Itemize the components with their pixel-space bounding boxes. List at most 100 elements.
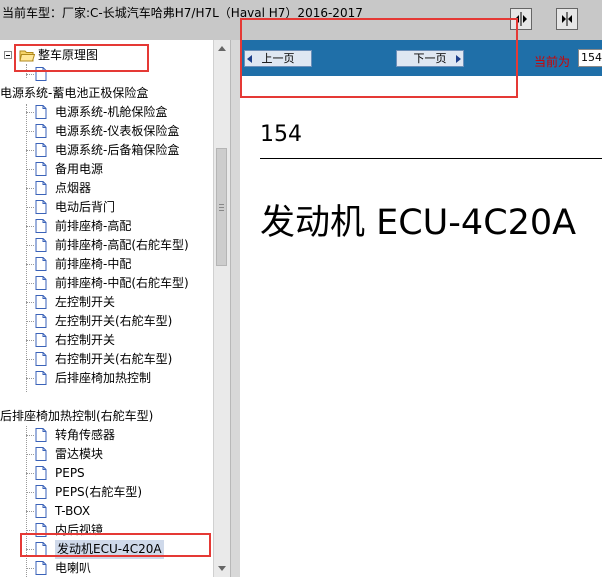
triangle-left-icon (247, 55, 252, 63)
document-icon (35, 523, 47, 537)
tree-item-label: 电动后背门 (55, 200, 116, 214)
scroll-down-icon[interactable] (218, 566, 226, 571)
diagram-page: 154 发动机 ECU-4C20A (240, 100, 602, 577)
document-icon (35, 561, 47, 575)
tree-item-blank[interactable] (0, 65, 213, 84)
tree-item-label: 电源系统-后备箱保险盒 (55, 143, 180, 157)
tree-item[interactable]: 电喇叭 (0, 559, 213, 577)
scroll-up-icon[interactable] (218, 46, 226, 51)
tree-item[interactable]: 前排座椅-高配 (0, 217, 213, 236)
tree-item[interactable]: 电源系统-机舱保险盒 (0, 103, 213, 122)
page-number-input[interactable]: 154 (578, 49, 602, 67)
tree-item[interactable]: PEPS (0, 464, 213, 483)
document-icon (35, 466, 47, 480)
document-icon (35, 143, 47, 157)
tree-item-label: 右控制开关 (55, 333, 116, 347)
document-icon (35, 485, 47, 499)
document-icon (35, 504, 47, 518)
tree-item-label: 发动机ECU-4C20A (55, 540, 164, 559)
tree-item-label: 右控制开关(右舵车型) (55, 352, 173, 366)
triangle-right-icon (456, 55, 461, 63)
vehicle-title: 当前车型：厂家:C-长城汽车哈弗H7/H7L（Haval H7）2016-201… (2, 6, 363, 20)
tree-item-label: 转角传感器 (55, 428, 116, 442)
tree-item-label: 前排座椅-高配(右舵车型) (55, 238, 189, 252)
tree-item-label: 前排座椅-中配 (55, 257, 132, 271)
document-icon (35, 238, 47, 252)
tree-item[interactable]: 电源系统-仪表板保险盒 (0, 122, 213, 141)
tree-item-label: 左控制开关(右舵车型) (55, 314, 173, 328)
document-icon (35, 276, 47, 290)
nav-strip (240, 76, 602, 100)
document-icon (35, 428, 47, 442)
tree-root-item[interactable]: 整车原理图 (0, 46, 213, 65)
prev-page-button[interactable]: 上一页 (244, 50, 312, 67)
document-icon (35, 67, 47, 81)
tree-item-label: 前排座椅-中配(右舵车型) (55, 276, 189, 290)
title-bar: 当前车型：厂家:C-长城汽车哈弗H7/H7L（Haval H7）2016-201… (0, 0, 602, 40)
tree-item-label: PEPS(右舵车型) (55, 485, 143, 499)
tree-item[interactable]: 点烟器 (0, 179, 213, 198)
document-icon (35, 295, 47, 309)
document-icon (35, 333, 47, 347)
scroll-thumb[interactable] (216, 148, 227, 266)
tree-item[interactable]: 右控制开关 (0, 331, 213, 350)
tree-item-label: T-BOX (55, 504, 91, 518)
document-icon (35, 162, 47, 176)
document-icon (35, 124, 47, 138)
document-icon (35, 200, 47, 214)
tree-item-label: 左控制开关 (55, 295, 116, 309)
tree-item[interactable]: 前排座椅-高配(右舵车型) (0, 236, 213, 255)
document-icon (35, 352, 47, 366)
document-icon (35, 219, 47, 233)
tree-item[interactable]: 前排座椅-中配 (0, 255, 213, 274)
current-page-label: 当前为 (534, 55, 571, 69)
tree-item-label: 内后视镜 (55, 523, 104, 537)
document-icon (35, 371, 47, 385)
next-page-button[interactable]: 下一页 (396, 50, 464, 67)
diagram-tree: 整车原理图 电源系统-蓄电池正极保险盒 电源系统-机舱保险盒 电源系统-仪表板保险… (0, 40, 213, 577)
tree-item[interactable]: 内后视镜 (0, 521, 213, 540)
collapse-panel-button[interactable] (510, 8, 532, 30)
page-nav-bar: 上一页 下一页 当前为 154 (240, 40, 602, 76)
document-icon (35, 542, 47, 556)
document-icon (35, 257, 47, 271)
tree-item-label: 电源系统-机舱保险盒 (55, 105, 168, 119)
tree-item[interactable]: 电动后背门 (0, 198, 213, 217)
document-icon (35, 105, 47, 119)
tree-item[interactable]: 发动机ECU-4C20A (0, 540, 213, 559)
page-rule (260, 158, 602, 159)
expand-panel-button[interactable] (556, 8, 578, 30)
tree-item-label: 备用电源 (55, 162, 104, 176)
page-title: 发动机 ECU-4C20A (260, 203, 577, 243)
page-number: 154 (260, 122, 302, 147)
tree-group-label[interactable]: 电源系统-蓄电池正极保险盒 (0, 84, 213, 103)
tree-group-label[interactable]: 后排座椅加热控制(右舵车型) (0, 407, 213, 426)
tree-item[interactable]: 右控制开关(右舵车型) (0, 350, 213, 369)
tree-item[interactable]: 转角传感器 (0, 426, 213, 445)
folder-open-icon (19, 50, 35, 62)
tree-root-label: 整车原理图 (38, 48, 99, 62)
tree-item-label: 电源系统-仪表板保险盒 (55, 124, 180, 138)
collapse-toggle-icon[interactable] (4, 51, 12, 59)
tree-item-label: 电喇叭 (55, 561, 92, 575)
expand-arrows-icon (562, 12, 572, 26)
pane-splitter[interactable] (230, 40, 240, 577)
tree-item-label: PEPS (55, 466, 85, 480)
tree-item[interactable]: 电源系统-后备箱保险盒 (0, 141, 213, 160)
tree-item[interactable]: 雷达模块 (0, 445, 213, 464)
tree-item[interactable]: 左控制开关(右舵车型) (0, 312, 213, 331)
tree-item-label: 后排座椅加热控制 (55, 371, 152, 385)
tree-item-label: 点烟器 (55, 181, 92, 195)
tree-item-label: 雷达模块 (55, 447, 104, 461)
tree-item[interactable]: T-BOX (0, 502, 213, 521)
tree-item[interactable]: 前排座椅-中配(右舵车型) (0, 274, 213, 293)
tree-item[interactable]: 后排座椅加热控制 (0, 369, 213, 388)
document-icon (35, 181, 47, 195)
tree-item-label: 前排座椅-高配 (55, 219, 132, 233)
document-icon (35, 314, 47, 328)
tree-item[interactable]: 左控制开关 (0, 293, 213, 312)
tree-scrollbar[interactable] (213, 40, 230, 577)
tree-item[interactable]: 备用电源 (0, 160, 213, 179)
tree-item[interactable]: PEPS(右舵车型) (0, 483, 213, 502)
document-icon (35, 447, 47, 461)
